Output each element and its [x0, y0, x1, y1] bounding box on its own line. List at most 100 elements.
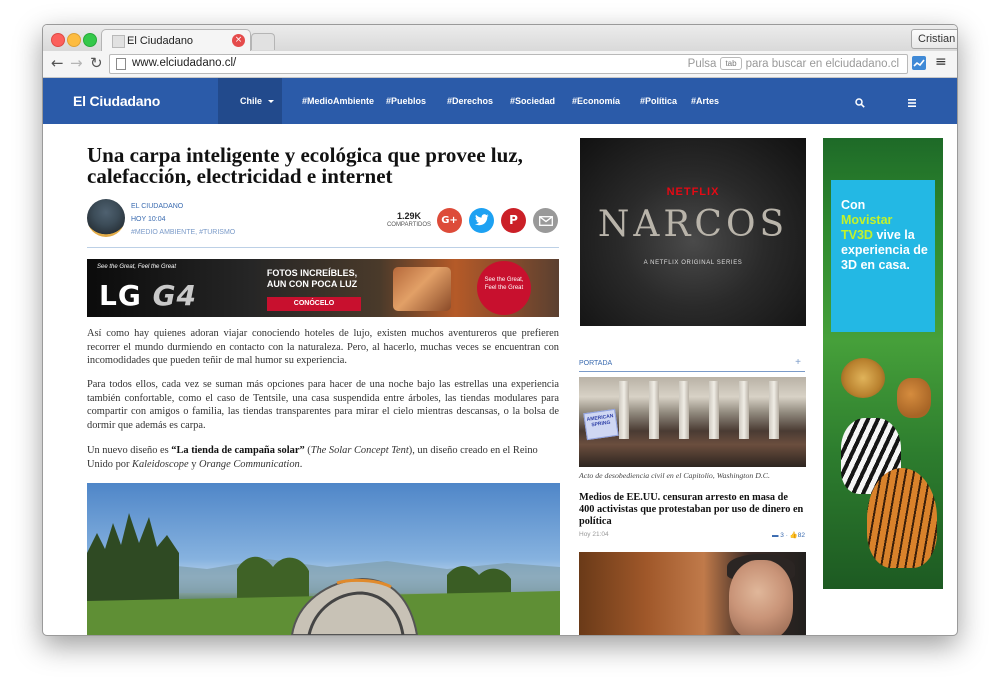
p3-bold-title: “La tienda de campaña solar” — [171, 445, 305, 456]
extension-chart-icon[interactable] — [912, 56, 926, 70]
capitol-column — [679, 381, 689, 439]
movistar-text-1: Con — [841, 198, 866, 212]
article-headline[interactable]: Una carpa inteligente y ecológica que pr… — [87, 145, 547, 187]
address-bar[interactable]: www.elciudadano.cl/ Pulsa tab para buscar … — [109, 54, 908, 74]
tab-close-icon[interactable]: × — [232, 34, 245, 47]
thumbs-up-icon[interactable]: 👍 — [790, 532, 798, 539]
browser-menu-icon[interactable]: ≡ — [935, 54, 947, 70]
nav-link-politica[interactable]: #Política — [640, 96, 677, 106]
minimize-window-button[interactable] — [67, 33, 81, 47]
capitol-column — [619, 381, 629, 439]
p3-text-i: . — [299, 458, 303, 470]
p3-text-a: Un nuevo diseño es — [87, 445, 172, 456]
lg-tagline: See the Great, Feel the Great — [97, 264, 177, 270]
news-image-portrait[interactable] — [579, 552, 806, 635]
capitol-column — [709, 381, 719, 439]
p3-italic-kaleidoscope: Kaleidoscope — [132, 458, 189, 470]
comment-icon[interactable]: ▬ — [772, 532, 779, 539]
lg-circle-text: See the Great, Feel the Great — [484, 277, 524, 291]
close-window-button[interactable] — [51, 33, 65, 47]
capitol-column — [769, 381, 779, 439]
tab-key-badge: tab — [720, 57, 742, 70]
nav-link-pueblos[interactable]: #Pueblos — [386, 96, 426, 106]
movistar-brand: Movistar — [841, 213, 893, 227]
reload-icon[interactable]: ↻ — [90, 55, 103, 71]
p3-italic-orange: Orange Communication — [198, 458, 300, 470]
protest-sign: AMERICAN SPRING — [583, 408, 619, 441]
article-tags[interactable]: #MEDIO AMBIENTE, #TURISMO — [131, 229, 235, 236]
zoom-window-button[interactable] — [83, 33, 97, 47]
news-image-protest[interactable]: AMERICAN SPRING — [579, 377, 806, 467]
twitter-share-icon[interactable] — [469, 208, 494, 233]
article-image[interactable] — [87, 483, 560, 635]
lg-model-text: G4 — [152, 279, 198, 312]
comment-count[interactable]: 3 — [780, 532, 784, 539]
article-date: HOY 10:04 — [131, 216, 166, 223]
lg-brand-logo: LG G4 — [99, 279, 197, 312]
plus-icon[interactable]: + — [795, 357, 801, 368]
search-hint-pre: Pulsa — [687, 58, 717, 70]
movistar-tv3d-ad[interactable]: Con Movistar TV3D vive la experiencia de 3… — [823, 138, 943, 589]
browser-toolbar: ← → ↻ www.elciudadano.cl/ Pulsa tab para b… — [43, 51, 957, 78]
tab-bar: El Ciudadano × Cristian — [43, 25, 957, 52]
narcos-subtitle: A NETFLIX ORIGINAL SERIES — [643, 260, 743, 266]
country-label: Chile — [240, 96, 263, 106]
lion-image — [841, 358, 885, 398]
article-paragraph-3: Un nuevo diseño es “La tienda de campaña… — [87, 444, 559, 471]
share-counter: 1.29K COMPARTIDOS — [379, 211, 439, 228]
movistar-message: Con Movistar TV3D vive la experiencia de 3… — [841, 198, 933, 273]
author-avatar[interactable] — [87, 199, 125, 237]
email-share-icon[interactable] — [533, 208, 558, 233]
url-text: www.elciudadano.cl/ — [132, 57, 237, 69]
news-headline[interactable]: Medios de EE.UU. censuran arresto en mas… — [579, 492, 805, 528]
share-count: 1.29K — [396, 211, 422, 221]
like-count[interactable]: 82 — [798, 532, 805, 539]
narcos-title: NARCOS — [597, 204, 789, 245]
lg-promo-text: FOTOS INCREÍBLES, AUN CON POCA LUZ — [266, 268, 358, 289]
movistar-product: TV3D — [841, 228, 873, 242]
capitol-column — [739, 381, 749, 439]
capitol-column — [649, 381, 659, 439]
portrait-face — [729, 560, 793, 635]
browser-tab[interactable]: El Ciudadano × — [101, 29, 251, 52]
phone-image — [393, 267, 451, 311]
tab-title: El Ciudadano — [127, 35, 194, 47]
page-icon — [116, 58, 126, 70]
lg-g4-banner-ad[interactable]: See the Great, Feel the Great LG G4 FOTO… — [87, 259, 559, 317]
search-hint-post: para buscar en elciudadano.cl — [745, 58, 899, 70]
nav-link-medioambiente[interactable]: #MedioAmbiente — [302, 96, 374, 106]
author-name[interactable]: EL CIUDADANO — [131, 203, 183, 210]
nav-link-economia[interactable]: #Economía — [572, 96, 620, 106]
p3-italic-title: The Solar Concept Tent — [310, 445, 409, 456]
movistar-text-box: Con Movistar TV3D vive la experiencia de 3… — [831, 180, 935, 332]
new-tab-button[interactable] — [251, 33, 275, 50]
site-logo[interactable]: El Ciudadano — [73, 93, 160, 109]
nav-link-derechos[interactable]: #Derechos — [447, 96, 493, 106]
nav-link-sociedad[interactable]: #Sociedad — [510, 96, 555, 106]
search-hint: Pulsa tab para buscar en elciudadano.cl — [688, 57, 899, 70]
browser-window: El Ciudadano × Cristian ← → ↻ www.elciud… — [42, 24, 958, 636]
back-arrow-icon[interactable]: ← — [51, 55, 64, 71]
news-meta: Hoy 21:04 ▬ 3 · 👍82 — [579, 531, 805, 539]
google-plus-share-icon[interactable]: G+ — [437, 208, 462, 233]
hamburger-menu-icon[interactable] — [907, 95, 917, 113]
netflix-narcos-ad[interactable]: NETFLIX NARCOS A NETFLIX ORIGINAL SERIES — [580, 138, 806, 326]
forward-arrow-icon[interactable]: → — [70, 55, 83, 71]
lg-cta-button[interactable]: CONÓCELO — [267, 297, 361, 311]
profile-button[interactable]: Cristian — [911, 29, 957, 49]
site-header: El Ciudadano Chile #MedioAmbiente #Puebl… — [43, 78, 957, 124]
tiger-image — [867, 468, 937, 568]
news-counters: ▬ 3 · 👍82 — [771, 532, 805, 539]
lg-circle-badge: See the Great, Feel the Great — [477, 261, 531, 315]
pinterest-share-icon[interactable]: P — [501, 208, 526, 233]
article-paragraph-2: Para todos ellos, cada vez se suman más … — [87, 379, 559, 432]
search-icon[interactable] — [855, 95, 865, 113]
article-paragraph-1: Así como hay quienes adoran viajar conoc… — [87, 328, 559, 367]
divider — [87, 247, 559, 248]
site-favicon-icon — [112, 35, 125, 48]
chevron-down-icon — [268, 100, 274, 103]
country-selector[interactable]: Chile — [218, 78, 282, 124]
nav-link-artes[interactable]: #Artes — [691, 96, 719, 106]
portada-label[interactable]: PORTADA — [579, 360, 612, 367]
news-time: Hoy 21:04 — [579, 531, 609, 538]
